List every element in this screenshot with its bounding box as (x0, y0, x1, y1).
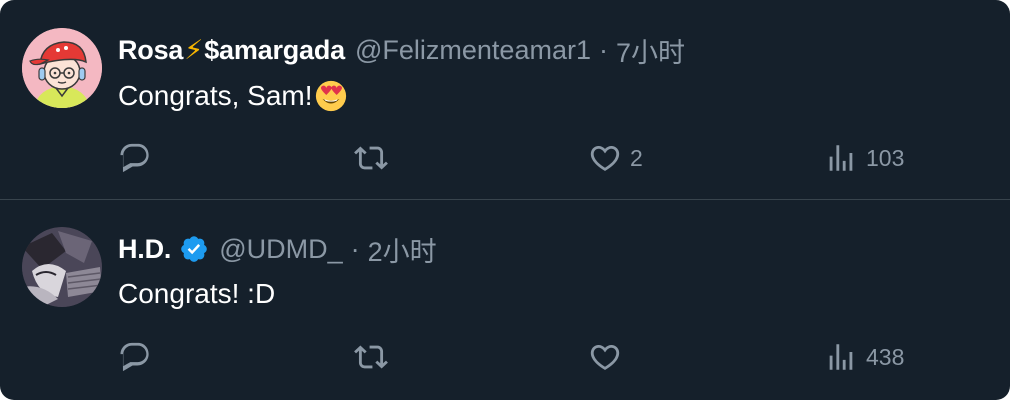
tweet-header: Rosa ⚡ $amargada @Felizmenteamar1 · 7小时 (118, 30, 685, 70)
tweet[interactable]: H.D. @UDMD_ · 2小时 Congrats! :D 438 (0, 201, 1010, 400)
tweet-text: Congrats, Sam! (118, 75, 348, 117)
display-name-suffix[interactable]: $amargada (204, 35, 345, 66)
display-name[interactable]: H.D. (118, 234, 171, 265)
tweet-header: H.D. @UDMD_ · 2小时 (118, 229, 437, 269)
tweet-text-content: Congrats, Sam! (118, 80, 313, 111)
verified-badge-icon[interactable] (179, 234, 209, 264)
avatar-illustration-image (22, 227, 102, 307)
heart-icon (590, 344, 620, 370)
reply-thread: Rosa ⚡ $amargada @Felizmenteamar1 · 7小时 … (0, 0, 1010, 400)
reply-icon (120, 143, 149, 173)
heart-icon (590, 145, 620, 171)
like-button[interactable]: 2 (588, 136, 643, 180)
heart-eyes-emoji (314, 79, 348, 113)
separator-dot: · (350, 233, 360, 264)
reply-icon (120, 342, 149, 372)
reply-button[interactable] (118, 335, 152, 379)
avatar[interactable] (22, 28, 102, 108)
views-count: 438 (866, 343, 905, 370)
views-icon (829, 145, 853, 171)
separator-dot: · (598, 34, 608, 65)
avatar[interactable] (22, 227, 102, 307)
lightning-emoji: ⚡ (184, 34, 204, 65)
retweet-icon (354, 345, 388, 369)
display-name[interactable]: Rosa (118, 35, 183, 66)
views-button[interactable]: 103 (824, 136, 904, 180)
user-handle[interactable]: @UDMD_ (219, 234, 342, 265)
views-icon (829, 344, 853, 370)
reply-button[interactable] (118, 136, 152, 180)
tweet-text-content: Congrats! :D (118, 278, 276, 309)
tweet-text: Congrats! :D (118, 273, 275, 315)
user-handle[interactable]: @Felizmenteamar1 (355, 35, 591, 66)
retweet-button[interactable] (354, 335, 388, 379)
like-count: 2 (630, 144, 643, 171)
retweet-button[interactable] (354, 136, 388, 180)
timestamp[interactable]: 7小时 (616, 31, 685, 70)
views-count: 103 (866, 144, 905, 171)
timestamp[interactable]: 2小时 (368, 230, 437, 269)
tweet-actions: 2 103 (0, 136, 1010, 180)
tweet-actions: 438 (0, 335, 1010, 379)
avatar-illustration-image (22, 28, 102, 108)
retweet-icon (354, 146, 388, 170)
views-button[interactable]: 438 (824, 335, 904, 379)
like-button[interactable] (588, 335, 630, 379)
tweet[interactable]: Rosa ⚡ $amargada @Felizmenteamar1 · 7小时 … (0, 0, 1010, 200)
